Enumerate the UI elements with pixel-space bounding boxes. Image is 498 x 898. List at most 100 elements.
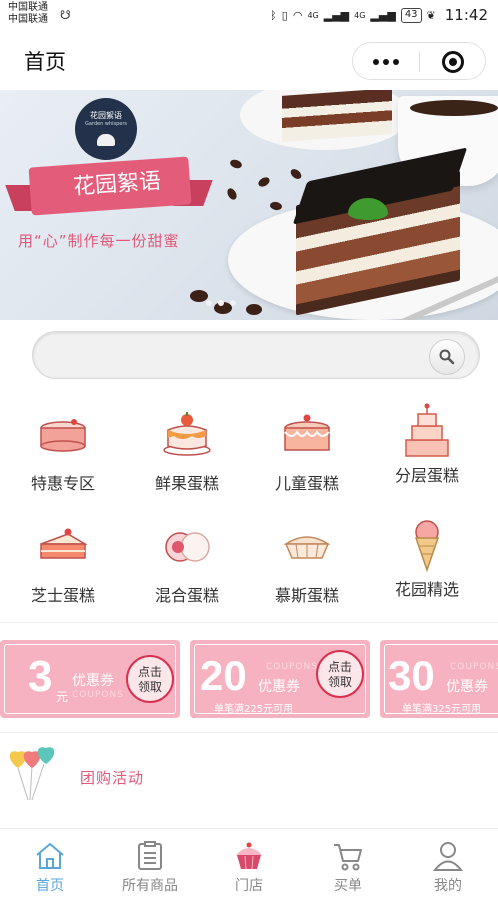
category-label: 特惠专区 — [30, 474, 95, 493]
navigation-bar: 首页 — [0, 30, 498, 90]
section-divider — [0, 622, 498, 623]
category-label: 混合蛋糕 — [154, 586, 219, 605]
claim-coupon-button[interactable]: 点击 领取 — [126, 655, 174, 703]
more-dot — [393, 59, 399, 65]
tab-label: 门店 — [235, 878, 263, 894]
carousel-dot-active[interactable] — [218, 300, 224, 306]
coupon-amount: 30 — [388, 652, 435, 699]
section-divider — [0, 732, 498, 733]
coffee-bean — [225, 186, 239, 202]
signal-label-2: 4G — [354, 10, 366, 20]
banner-carousel[interactable]: 花园絮语 Garden whispers 花园絮语 用“心”制作每一份甜蜜 — [0, 90, 498, 320]
coupon-card[interactable]: 30 优惠券 COUPONS 单笔满325元可用 — [380, 640, 498, 718]
tab-stores[interactable]: 门店 — [199, 829, 299, 898]
signal-label-1: 4G — [307, 10, 319, 20]
tab-label: 首页 — [36, 878, 64, 894]
coupon-condition: 单笔满325元可用 — [402, 704, 482, 715]
coffee-bean — [246, 304, 262, 315]
balloons-icon — [9, 747, 55, 801]
tab-bar: 首页 所有商品 门店 买单 我的 — [0, 828, 498, 898]
coupon-en: COUPONS — [266, 662, 318, 672]
category-label: 儿童蛋糕 — [274, 474, 339, 493]
search-icon — [439, 349, 455, 365]
target-icon — [442, 51, 464, 73]
coupon-strip[interactable]: 3 元 优惠券 COUPONS 点击 领取 20 优惠券 COUPONS 单笔满2… — [0, 632, 498, 728]
claim-coupon-button[interactable]: 点击 领取 — [316, 650, 364, 698]
user-icon — [432, 842, 464, 871]
coupon-amount: 3 — [28, 652, 53, 701]
coupon-type: 优惠券 — [258, 679, 300, 695]
ice-cream-cone-icon — [414, 520, 440, 573]
category-item[interactable]: 混合蛋糕 — [132, 522, 242, 608]
brand-logo-en: Garden whispers — [84, 121, 128, 127]
tab-checkout[interactable]: 买单 — [298, 829, 398, 898]
notification-icon: ☋ — [60, 8, 71, 22]
kids-cake-icon — [284, 414, 330, 451]
carrier-1: 中国联通 — [8, 2, 48, 13]
banner-slogan: 用“心”制作每一份甜蜜 — [18, 232, 180, 250]
coffee-bean — [228, 158, 244, 170]
mousse-pie-icon — [283, 536, 331, 559]
wifi-icon: ◠ — [292, 8, 303, 22]
home-icon — [36, 842, 64, 869]
coupon-en: COUPONS — [450, 662, 498, 672]
tab-label: 买单 — [334, 878, 362, 894]
coffee-bean — [269, 201, 283, 211]
tab-home[interactable]: 首页 — [0, 829, 100, 898]
category-label: 芝士蛋糕 — [30, 586, 95, 605]
bluetooth-icon: ᛒ — [270, 8, 277, 22]
banner-coffee — [410, 100, 498, 116]
coupon-card[interactable]: 3 元 优惠券 COUPONS 点击 领取 — [0, 640, 180, 718]
signal-bars-icon-1: ▂▄▆ — [323, 8, 350, 22]
coupon-type: 优惠券 — [72, 673, 114, 689]
coupon-card[interactable]: 20 优惠券 COUPONS 单笔满225元可用 点击 领取 — [190, 640, 370, 718]
miniprogram-capsule — [352, 42, 486, 80]
tab-all-products[interactable]: 所有商品 — [100, 829, 200, 898]
carousel-dot[interactable] — [206, 300, 212, 306]
search-input[interactable] — [53, 344, 433, 368]
brand-logo: 花园絮语 Garden whispers — [75, 98, 137, 160]
coffee-bean — [256, 175, 272, 189]
category-label: 慕斯蛋糕 — [274, 586, 339, 605]
search-button[interactable] — [429, 339, 465, 375]
cheesecake-icon — [40, 419, 86, 452]
coupon-amount: 20 — [200, 652, 247, 699]
list-icon — [138, 841, 162, 870]
carrier-2: 中国联通 — [8, 14, 48, 25]
coupon-type: 优惠券 — [446, 679, 488, 695]
carrier-info: 中国联通 中国联通 — [8, 2, 48, 26]
status-bar: 中国联通 中国联通 ☋ ᛒ ▯ ◠ 4G ▂▄▆ 4G ▂▄▆ 43 ❦ 11:… — [0, 0, 498, 30]
cupcake-icon — [236, 842, 262, 870]
category-item[interactable]: 鲜果蛋糕 — [132, 410, 242, 494]
category-item[interactable]: 慕斯蛋糕 — [252, 522, 362, 608]
category-item[interactable]: 儿童蛋糕 — [252, 410, 362, 494]
category-label: 花园精选 — [394, 580, 459, 599]
category-label: 分层蛋糕 — [394, 466, 459, 485]
battery-indicator: 43 — [400, 7, 422, 23]
logo-cake-icon — [97, 134, 115, 146]
category-item[interactable]: 芝士蛋糕 — [8, 522, 118, 608]
mochi-icon — [165, 532, 210, 562]
tab-label: 所有商品 — [122, 878, 178, 894]
brand-logo-cn: 花园絮语 — [90, 111, 122, 120]
carousel-dot[interactable] — [230, 300, 236, 306]
category-item[interactable]: 分层蛋糕 — [372, 402, 482, 494]
coupon-condition: 单笔满225元可用 — [214, 704, 294, 715]
search-bar — [32, 331, 480, 379]
category-label: 鲜果蛋糕 — [154, 474, 219, 493]
coupon-en: COUPONS — [72, 690, 124, 700]
signal-bars-icon-2: ▂▄▆ — [370, 8, 396, 22]
coffee-bean — [288, 167, 304, 181]
group-buy-entry[interactable]: 团购活动 — [0, 740, 498, 801]
group-buy-label: 团购活动 — [80, 769, 145, 787]
tab-mine[interactable]: 我的 — [398, 829, 498, 898]
category-item[interactable]: 特惠专区 — [8, 410, 118, 494]
coupon-unit: 元 — [56, 690, 69, 704]
close-miniprogram-button[interactable] — [420, 43, 486, 81]
cart-icon — [334, 844, 362, 871]
category-item[interactable]: 花园精选 — [372, 516, 482, 608]
tiered-cake-icon — [405, 403, 449, 457]
status-indicators: ᛒ ▯ ◠ 4G ▂▄▆ 4G ▂▄▆ 43 ❦ 11:42 — [270, 5, 488, 25]
more-menu-button[interactable] — [353, 43, 419, 81]
fruit-cake-icon — [163, 412, 211, 456]
